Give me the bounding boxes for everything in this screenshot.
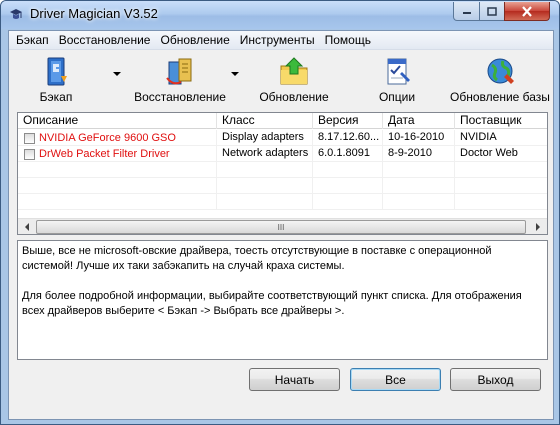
- menu-tools[interactable]: Инструменты: [235, 31, 320, 50]
- globe-icon: [487, 58, 514, 84]
- window-title: Driver Magician V3.52: [30, 6, 158, 21]
- app-icon: [10, 9, 22, 19]
- column-version[interactable]: Версия: [313, 113, 383, 129]
- update-database-label: Обновление базы: [450, 90, 550, 104]
- options-button[interactable]: Опции: [367, 53, 427, 105]
- close-icon: [522, 5, 532, 17]
- start-button[interactable]: Начать: [249, 368, 340, 391]
- class-cell: Network adapters: [217, 146, 313, 162]
- driver-list[interactable]: Описание Класс Версия Дата Поставщик NVI…: [17, 112, 548, 235]
- main-window: Driver Magician V3.52 Бэкап Восстановлен…: [0, 0, 560, 425]
- menu-restore[interactable]: Восстановление: [54, 31, 156, 50]
- minimize-icon: [462, 12, 471, 14]
- menu-help[interactable]: Помощь: [320, 31, 376, 50]
- list-header: Описание Класс Версия Дата Поставщик: [18, 113, 547, 129]
- close-button[interactable]: [504, 2, 550, 21]
- minimize-button[interactable]: [453, 2, 480, 21]
- backup-label: Бэкап: [39, 90, 73, 104]
- menu-backup[interactable]: Бэкап: [11, 31, 54, 50]
- column-vendor[interactable]: Поставщик: [455, 113, 547, 129]
- select-all-button[interactable]: Все: [350, 368, 441, 391]
- column-class[interactable]: Класс: [217, 113, 313, 129]
- vendor-cell: NVIDIA: [460, 131, 497, 143]
- update-button[interactable]: Обновление: [255, 53, 333, 105]
- version-cell: 6.0.1.8091: [313, 146, 383, 162]
- options-icon: [387, 58, 410, 85]
- scroll-thumb[interactable]: III: [36, 220, 526, 234]
- vendor-cell: Doctor Web: [460, 147, 518, 159]
- maximize-button[interactable]: [479, 2, 505, 21]
- row-checkbox[interactable]: [24, 148, 35, 160]
- version-cell: 8.17.12.60...: [313, 130, 383, 146]
- table-row[interactable]: DrWeb Packet Filter Driver Network adapt…: [18, 146, 547, 162]
- date-cell: 10-16-2010: [383, 130, 455, 146]
- description-cell: DrWeb Packet Filter Driver: [18, 146, 217, 162]
- maximize-icon: [487, 6, 497, 16]
- info-text-2: Для более подробной информации, выбирайт…: [22, 290, 522, 317]
- toolbar: Бэкап Восстановление Обновление Опции Об…: [9, 51, 553, 106]
- driver-name: NVIDIA GeForce 9600 GSO: [39, 131, 176, 144]
- backup-button[interactable]: Бэкап: [26, 53, 86, 105]
- options-label: Опции: [378, 90, 416, 104]
- menu-update[interactable]: Обновление: [155, 31, 234, 50]
- update-label: Обновление: [259, 90, 329, 104]
- update-database-button[interactable]: Обновление базы: [450, 53, 550, 105]
- menu-bar: Бэкап Восстановление Обновление Инструме…: [9, 31, 553, 50]
- scroll-left-button[interactable]: [18, 219, 35, 235]
- update-icon: [280, 57, 308, 85]
- description-cell: NVIDIA GeForce 9600 GSO: [18, 130, 217, 146]
- list-body: NVIDIA GeForce 9600 GSO Display adapters…: [18, 130, 547, 220]
- empty-row: [18, 162, 547, 178]
- row-checkbox[interactable]: [24, 132, 35, 144]
- arrow-left-icon: [24, 223, 29, 231]
- backup-icon: [47, 57, 67, 86]
- backup-dropdown-icon[interactable]: [113, 72, 121, 76]
- restore-label: Восстановление: [134, 90, 226, 104]
- scroll-right-button[interactable]: [529, 219, 546, 235]
- class-cell: Display adapters: [217, 130, 313, 146]
- restore-button[interactable]: Восстановление: [130, 53, 230, 105]
- scroll-grip: III: [277, 222, 285, 232]
- date-cell: 8-9-2010: [383, 146, 455, 162]
- client-area: Бэкап Восстановление Обновление Инструме…: [8, 30, 554, 420]
- empty-row: [18, 178, 547, 194]
- exit-button[interactable]: Выход: [450, 368, 541, 391]
- column-description[interactable]: Описание: [18, 113, 217, 129]
- empty-row: [18, 194, 547, 210]
- info-panel: Выше, все не microsoft-овские драйвера, …: [17, 240, 548, 360]
- restore-dropdown-icon[interactable]: [231, 72, 239, 76]
- title-bar[interactable]: Driver Magician V3.52: [1, 1, 559, 29]
- arrow-right-icon: [535, 223, 540, 231]
- horizontal-scrollbar[interactable]: III: [18, 218, 547, 234]
- driver-name: DrWeb Packet Filter Driver: [39, 147, 170, 160]
- table-row[interactable]: NVIDIA GeForce 9600 GSO Display adapters…: [18, 130, 547, 146]
- column-date[interactable]: Дата: [383, 113, 455, 129]
- restore-icon: [166, 58, 192, 85]
- info-text-1: Выше, все не microsoft-овские драйвера, …: [22, 245, 492, 272]
